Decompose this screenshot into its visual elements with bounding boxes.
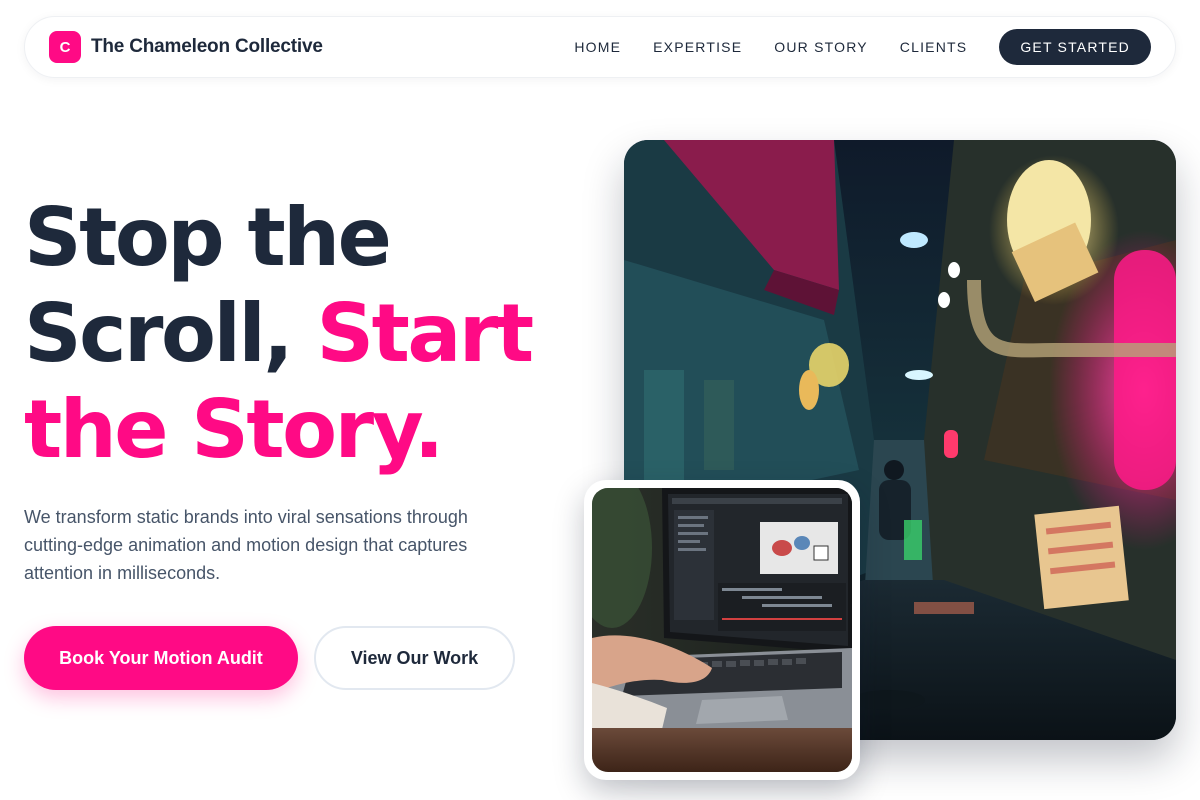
hero-title-line1: Stop the [24,191,392,284]
hero-inset-image-frame [584,480,860,780]
hero-subtitle: We transform static brands into viral se… [24,507,468,583]
nav-links: HOME EXPERTISE OUR STORY CLIENTS GET STA… [574,29,1151,65]
brand[interactable]: C The Chameleon Collective [49,31,323,63]
hero-title: Stop the Scroll, Start the Story. [24,190,614,478]
hero-title-accent-story: the Story. [24,383,444,476]
view-our-work-button[interactable]: View Our Work [314,626,515,690]
hero-title-accent-start: Start [316,287,535,380]
hero-inset-image [592,488,852,772]
book-motion-audit-button[interactable]: Book Your Motion Audit [24,626,298,690]
get-started-button[interactable]: GET STARTED [999,29,1151,65]
nav-link-our-story[interactable]: OUR STORY [774,39,868,55]
laptop-illustration [592,488,852,772]
top-navbar: C The Chameleon Collective HOME EXPERTIS… [24,16,1176,78]
nav-link-home[interactable]: HOME [574,39,621,55]
nav-link-expertise[interactable]: EXPERTISE [653,39,742,55]
brand-name: The Chameleon Collective [91,36,323,57]
hero-title-line2: Scroll, [24,287,317,380]
nav-link-clients[interactable]: CLIENTS [900,39,968,55]
logo-icon: C [49,31,81,63]
